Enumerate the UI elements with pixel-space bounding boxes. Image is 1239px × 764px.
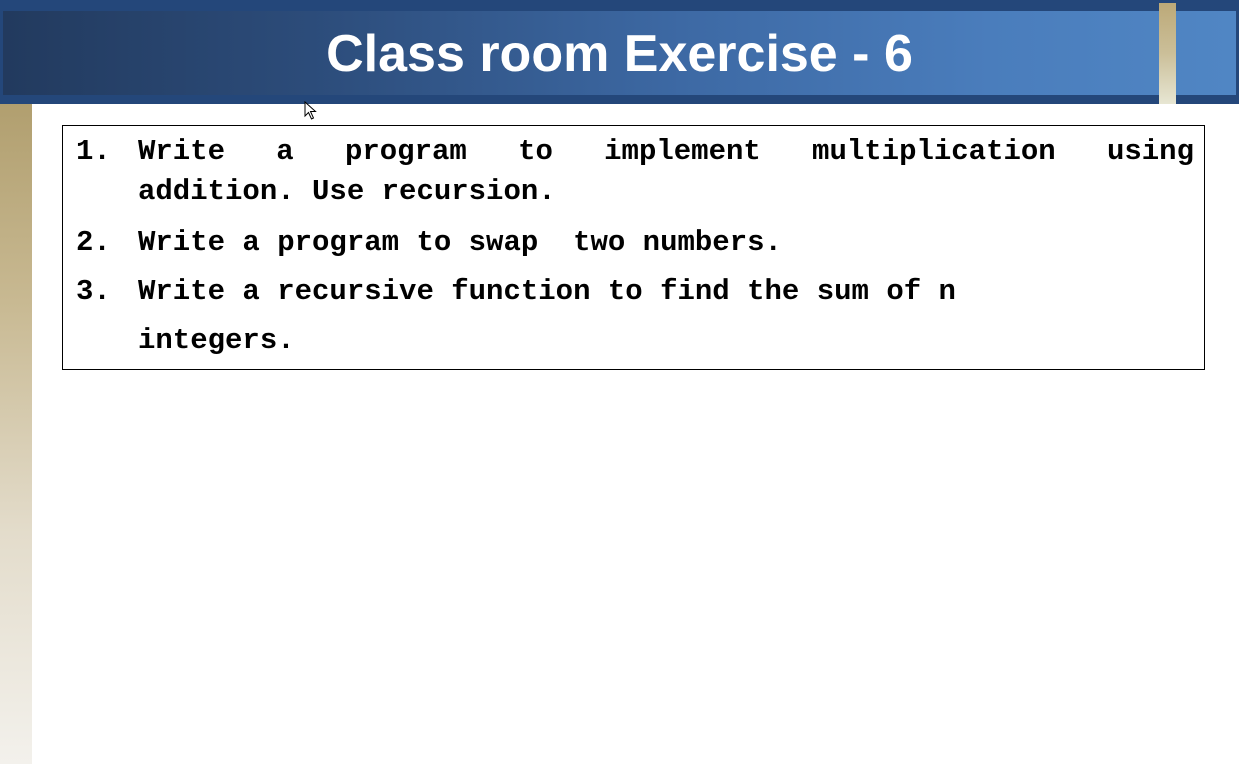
exercise-text-line: Write a program to swap two numbers. <box>138 226 782 259</box>
exercise-number: 3. <box>76 275 111 308</box>
exercise-number: 2. <box>76 226 111 259</box>
mouse-pointer-icon <box>304 101 317 120</box>
left-accent-bar <box>0 104 32 764</box>
exercise-text-line: Write a program to implement multiplicat… <box>138 135 1194 168</box>
exercise-box: 1. Write a program to implement multipli… <box>62 125 1205 370</box>
exercise-number: 1. <box>76 135 111 168</box>
exercise-text-line: integers. <box>138 324 295 357</box>
slide-title: Class room Exercise - 6 <box>326 25 913 83</box>
exercise-text-line: Write a recursive function to find the s… <box>138 275 956 308</box>
slide-header: Class room Exercise - 6 <box>0 0 1239 104</box>
exercise-text-line: addition. Use recursion. <box>138 175 556 208</box>
